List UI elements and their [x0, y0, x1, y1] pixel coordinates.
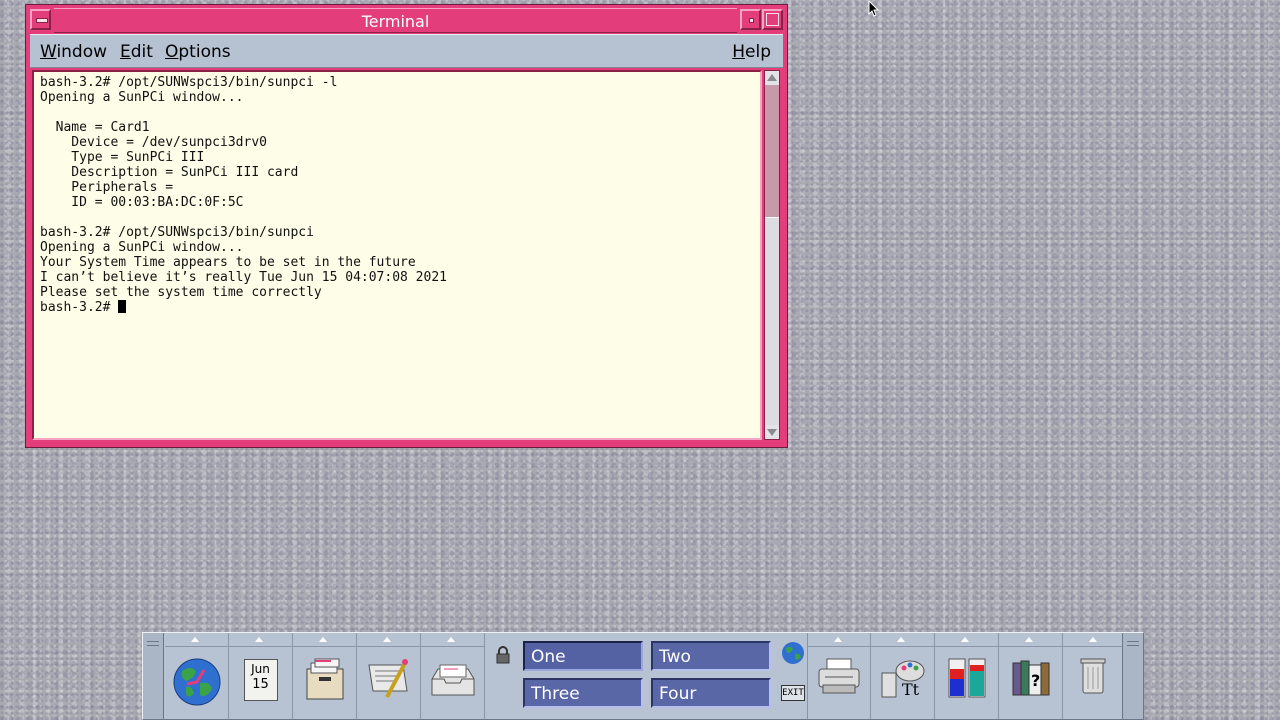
vertical-scrollbar[interactable]: [764, 70, 780, 440]
mouse-pointer-icon: [868, 0, 880, 17]
slot-performance-meter[interactable]: [935, 633, 999, 719]
panel-handle-right[interactable]: [1122, 633, 1143, 719]
slot-trash[interactable]: [1063, 633, 1123, 719]
menu-help[interactable]: Help: [732, 42, 771, 62]
slot-clock[interactable]: [165, 633, 229, 719]
scroll-up-arrow-icon[interactable]: [765, 71, 779, 85]
slot-help[interactable]: ?: [999, 633, 1063, 719]
terminal-line: Peripherals =: [40, 180, 174, 195]
terminal-line: Your System Time appears to be set in th…: [40, 255, 416, 270]
maximize-button[interactable]: [762, 9, 783, 30]
scroll-thumb[interactable]: [765, 217, 779, 425]
window-menu-button[interactable]: [30, 9, 51, 30]
calendar-icon[interactable]: Jun 15: [243, 659, 278, 701]
svg-text:Tt: Tt: [902, 680, 920, 699]
subpanel-arrow-icon[interactable]: [421, 633, 484, 647]
subpanel-arrow-icon[interactable]: [808, 633, 870, 647]
terminal-line: bash-3.2# /opt/SUNWspci3/bin/sunpci: [40, 225, 314, 240]
exit-button[interactable]: EXIT: [781, 685, 805, 701]
terminal-line: Please set the system time correctly: [40, 285, 322, 300]
menu-edit-label: dit: [130, 42, 153, 62]
menu-options[interactable]: Options: [165, 42, 231, 62]
terminal-line: Opening a SunPCi window...: [40, 90, 244, 105]
workspace-four-button[interactable]: Four: [651, 678, 771, 708]
workspace-one-button[interactable]: One: [523, 641, 643, 671]
menu-help-label: elp: [745, 42, 771, 62]
menu-help-mnemonic: H: [732, 42, 746, 62]
help-books-icon[interactable]: ?: [1009, 655, 1053, 699]
workspace-switch: One Two Three Four EXIT: [487, 633, 807, 719]
menu-window[interactable]: Window: [40, 42, 107, 62]
terminal-text-area[interactable]: bash-3.2# /opt/SUNWspci3/bin/sunpci -l O…: [32, 70, 762, 440]
busy-globe-icon: [782, 642, 804, 664]
subpanel-arrow-icon[interactable]: [1063, 633, 1123, 647]
slot-file-manager[interactable]: [293, 633, 357, 719]
window-title: Terminal: [54, 8, 737, 33]
scroll-down-arrow-icon[interactable]: [765, 425, 779, 439]
minimize-button[interactable]: [740, 9, 761, 30]
svg-text:?: ?: [1031, 671, 1040, 690]
workspace-two-button[interactable]: Two: [651, 641, 771, 671]
trash-icon[interactable]: [1078, 655, 1108, 695]
terminal-line: bash-3.2# /opt/SUNWspci3/bin/sunpci -l: [40, 75, 338, 90]
subpanel-arrow-icon[interactable]: [871, 633, 934, 647]
slot-mailer[interactable]: [421, 633, 485, 719]
menu-window-label: indow: [56, 42, 108, 62]
calendar-month: Jun: [251, 662, 270, 676]
terminal-window[interactable]: Terminal Window Edit Options Help bash-3…: [25, 4, 788, 448]
subpanel-arrow-icon[interactable]: [229, 633, 292, 647]
subpanel-arrow-icon[interactable]: [293, 633, 356, 647]
terminal-line: ID = 00:03:BA:DC:0F:5C: [40, 195, 244, 210]
printer-icon[interactable]: [815, 655, 863, 699]
style-manager-icon[interactable]: Tt: [878, 655, 928, 703]
front-panel: Jun 15 One Two Three Four EXIT Tt ?: [142, 632, 1144, 720]
terminal-output: bash-3.2# /opt/SUNWspci3/bin/sunpci -l O…: [40, 75, 447, 315]
file-manager-icon[interactable]: [301, 655, 349, 703]
window-title-bar[interactable]: Terminal: [30, 8, 783, 33]
slot-text-editor[interactable]: [357, 633, 421, 719]
subpanel-arrow-icon[interactable]: [999, 633, 1062, 647]
terminal-line: Type = SunPCi III: [40, 150, 205, 165]
terminal-line: Description = SunPCi III card: [40, 165, 299, 180]
slot-printer[interactable]: [807, 633, 871, 719]
menu-edit-mnemonic: E: [120, 42, 131, 62]
terminal-line: Name = Card1: [40, 120, 150, 135]
slot-style-manager[interactable]: Tt: [871, 633, 935, 719]
slot-calendar[interactable]: Jun 15: [229, 633, 293, 719]
menu-options-label: ptions: [178, 42, 231, 62]
menu-options-mnemonic: O: [165, 42, 179, 62]
terminal-line: Opening a SunPCi window...: [40, 240, 244, 255]
subpanel-arrow-icon[interactable]: [357, 633, 420, 647]
calendar-day: 15: [252, 677, 269, 692]
terminal-line: I can’t believe it’s really Tue Jun 15 0…: [40, 270, 447, 285]
menu-bar: Window Edit Options Help: [30, 34, 783, 68]
globe-clock-icon[interactable]: [172, 657, 222, 707]
mailer-icon[interactable]: [428, 655, 478, 703]
menu-window-mnemonic: W: [40, 42, 57, 62]
subpanel-arrow-icon[interactable]: [935, 633, 998, 647]
menu-edit[interactable]: Edit: [120, 42, 153, 62]
terminal-prompt: bash-3.2#: [40, 300, 119, 315]
subpanel-arrow-icon[interactable]: [165, 633, 228, 647]
performance-meter-icon[interactable]: [945, 655, 989, 701]
text-editor-icon[interactable]: [365, 655, 413, 703]
workspace-three-button[interactable]: Three: [523, 678, 643, 708]
lock-icon[interactable]: [495, 645, 511, 665]
text-cursor: [118, 300, 127, 313]
terminal-line: Device = /dev/sunpci3drv0: [40, 135, 267, 150]
panel-handle-left[interactable]: [143, 633, 164, 719]
